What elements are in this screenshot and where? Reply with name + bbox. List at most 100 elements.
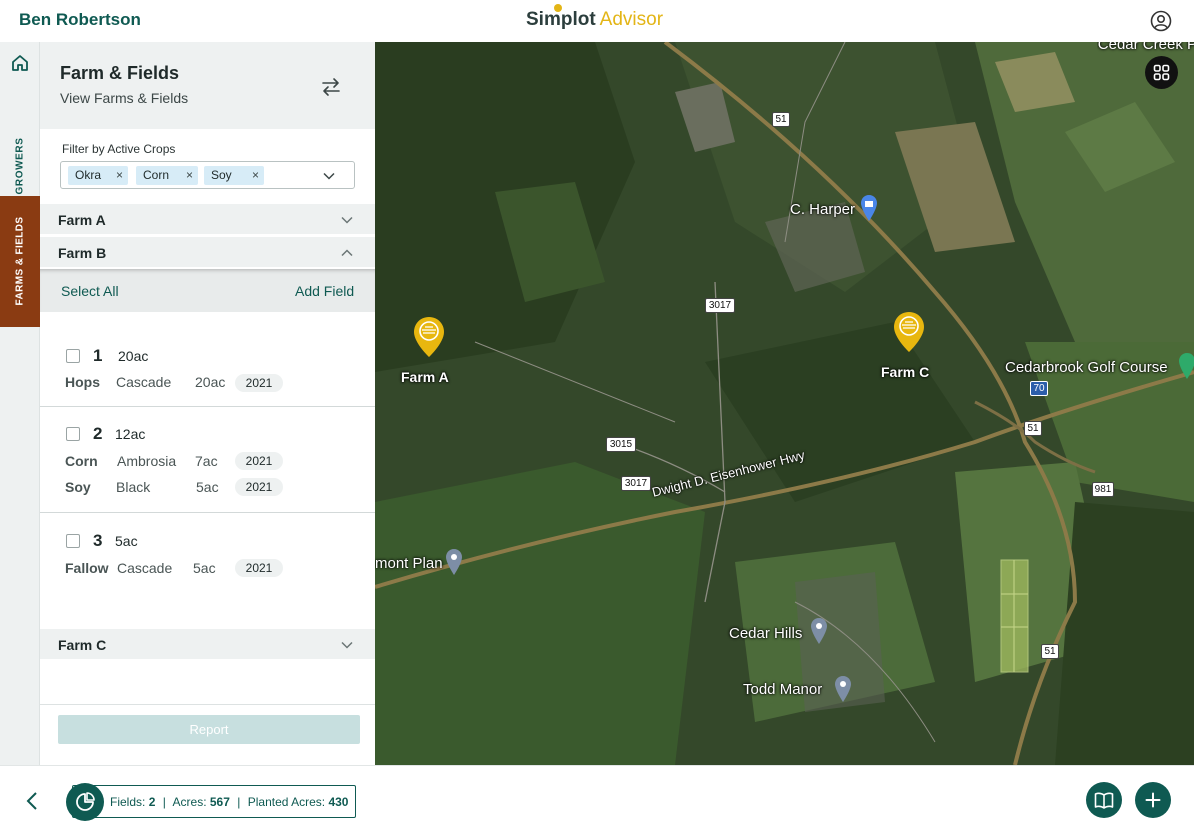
place-label: Cedarbrook Golf Course <box>1005 359 1168 376</box>
road-shield: 3017 <box>621 476 651 491</box>
farm-marker-pin-icon[interactable] <box>893 311 925 353</box>
crop-variety: Cascade <box>116 374 172 390</box>
filter-chip-soy: Soy × <box>204 166 264 185</box>
remove-chip-soy-button[interactable]: × <box>252 168 259 182</box>
stats-toggle-button[interactable] <box>66 783 104 821</box>
field-item[interactable]: 1 20ac Hops Cascade 20ac 2021 <box>40 328 375 407</box>
brand-secondary: Advisor <box>599 9 664 30</box>
crop-name: Corn <box>65 453 98 469</box>
tab-farms-fields[interactable]: FARMS & FIELDS <box>0 196 40 327</box>
filter-chip-corn: Corn × <box>136 166 198 185</box>
crop-acres: 5ac <box>196 479 219 495</box>
user-name[interactable]: Ben Robertson <box>19 10 141 30</box>
map-layers-button[interactable] <box>1145 56 1178 89</box>
place-label: C. Harper <box>790 201 856 218</box>
crop-acres: 5ac <box>193 560 216 576</box>
satellite-map[interactable]: Farm A Farm C Cedar Creek P C. Harper Ce… <box>375 42 1194 765</box>
pie-chart-icon <box>76 792 95 811</box>
field-number: 2 <box>93 424 103 443</box>
chevron-down-icon[interactable] <box>322 169 336 183</box>
crop-acres: 20ac <box>195 374 226 390</box>
bottom-bar: Fields: 2 | Acres: 567 | Planted Acres: … <box>0 765 1194 834</box>
farm-marker-label: Farm A <box>401 369 449 385</box>
home-icon[interactable] <box>10 53 30 73</box>
crop-name: Fallow <box>65 560 109 576</box>
chevron-up-icon <box>341 249 353 257</box>
field-checkbox[interactable] <box>66 534 80 548</box>
page-title: Farm & Fields <box>60 63 180 83</box>
farm-row-a[interactable]: Farm A <box>40 204 375 234</box>
separator: | <box>162 795 166 809</box>
golf-pin-icon[interactable] <box>1178 352 1194 380</box>
guide-button[interactable] <box>1086 782 1122 818</box>
farm-row-c[interactable]: Farm C <box>40 629 375 659</box>
add-field-link[interactable]: Add Field <box>295 283 354 299</box>
chevron-down-icon <box>341 641 353 649</box>
tab-farms-fields-label: FARMS & FIELDS <box>14 216 26 306</box>
nav-rail: GROWERS FARMS & FIELDS <box>0 42 40 765</box>
fields-label: Fields: <box>110 795 146 809</box>
field-number: 3 <box>93 531 103 550</box>
separator: | <box>237 795 241 809</box>
field-checkbox[interactable] <box>66 427 80 441</box>
crop-name: Hops <box>65 374 100 390</box>
chip-label: Soy <box>211 168 232 182</box>
place-pin-icon[interactable] <box>834 675 852 703</box>
farm-name: Farm A <box>58 212 106 228</box>
road-shield: 51 <box>1041 644 1059 659</box>
select-all-link[interactable]: Select All <box>61 283 119 299</box>
year-badge: 2021 <box>235 374 283 392</box>
crop-filter-select[interactable]: Okra × Corn × Soy × <box>60 161 355 189</box>
panel-header: Farm & Fields View Farms & Fields <box>40 42 375 129</box>
road-shield: 3015 <box>606 437 636 452</box>
field-stats-summary: Fields: 2 | Acres: 567 | Planted Acres: … <box>66 783 356 821</box>
filter-label: Filter by Active Crops <box>62 142 176 156</box>
chevron-left-icon[interactable] <box>22 791 42 811</box>
field-acres: 12ac <box>115 426 146 442</box>
divider <box>40 704 375 705</box>
field-item[interactable]: 2 12ac Corn Ambrosia 7ac 2021 Soy Black … <box>40 407 375 513</box>
place-label: Todd Manor <box>743 681 823 698</box>
crop-acres: 7ac <box>195 453 218 469</box>
farm-marker-label: Farm C <box>881 364 930 380</box>
year-badge: 2021 <box>235 452 283 470</box>
crop-variety: Cascade <box>117 560 173 576</box>
chevron-down-icon <box>341 216 353 224</box>
remove-chip-okra-button[interactable]: × <box>116 168 123 182</box>
filter-chip-okra: Okra × <box>68 166 128 185</box>
acres-value: 567 <box>209 795 230 809</box>
report-button[interactable]: Report <box>58 715 360 744</box>
road-shield: 3017 <box>705 298 735 313</box>
add-button[interactable] <box>1135 782 1171 818</box>
tab-growers-label: GROWERS <box>14 137 26 195</box>
road-shield: 51 <box>772 112 790 127</box>
field-item[interactable]: 3 5ac Fallow Cascade 5ac 2021 <box>40 513 375 593</box>
chip-label: Corn <box>143 168 170 182</box>
field-checkbox[interactable] <box>66 349 80 363</box>
year-badge: 2021 <box>235 478 283 496</box>
page-subtitle: View Farms & Fields <box>60 90 189 106</box>
grid-layers-icon <box>1153 64 1170 81</box>
acres-label: Acres: <box>172 795 207 809</box>
crop-name: Soy <box>65 479 91 495</box>
place-pin-icon[interactable] <box>445 548 463 576</box>
user-circle-icon[interactable] <box>1150 10 1172 32</box>
plus-icon <box>1145 792 1161 808</box>
farm-row-b[interactable]: Farm B <box>40 237 375 267</box>
farm-marker-pin-icon[interactable] <box>413 316 445 358</box>
interstate-shield: 70 <box>1030 381 1048 396</box>
place-label: Cedar Hills <box>729 625 803 642</box>
year-badge: 2021 <box>235 559 283 577</box>
stats-text: Fields: 2 | Acres: 567 | Planted Acres: … <box>110 795 348 809</box>
place-label: mont Plan <box>375 555 443 572</box>
field-actions-bar: Select All Add Field <box>40 269 375 312</box>
remove-chip-corn-button[interactable]: × <box>186 168 193 182</box>
book-open-icon <box>1094 792 1114 809</box>
top-bar: Ben Robertson Simplot Advisor <box>0 0 1194 42</box>
field-acres: 20ac <box>118 348 149 364</box>
shopping-pin-icon[interactable] <box>860 194 878 222</box>
swap-arrows-icon[interactable] <box>320 76 342 98</box>
place-pin-icon[interactable] <box>810 617 828 645</box>
brand-sun-icon <box>554 4 562 12</box>
road-shield: 981 <box>1092 482 1114 497</box>
